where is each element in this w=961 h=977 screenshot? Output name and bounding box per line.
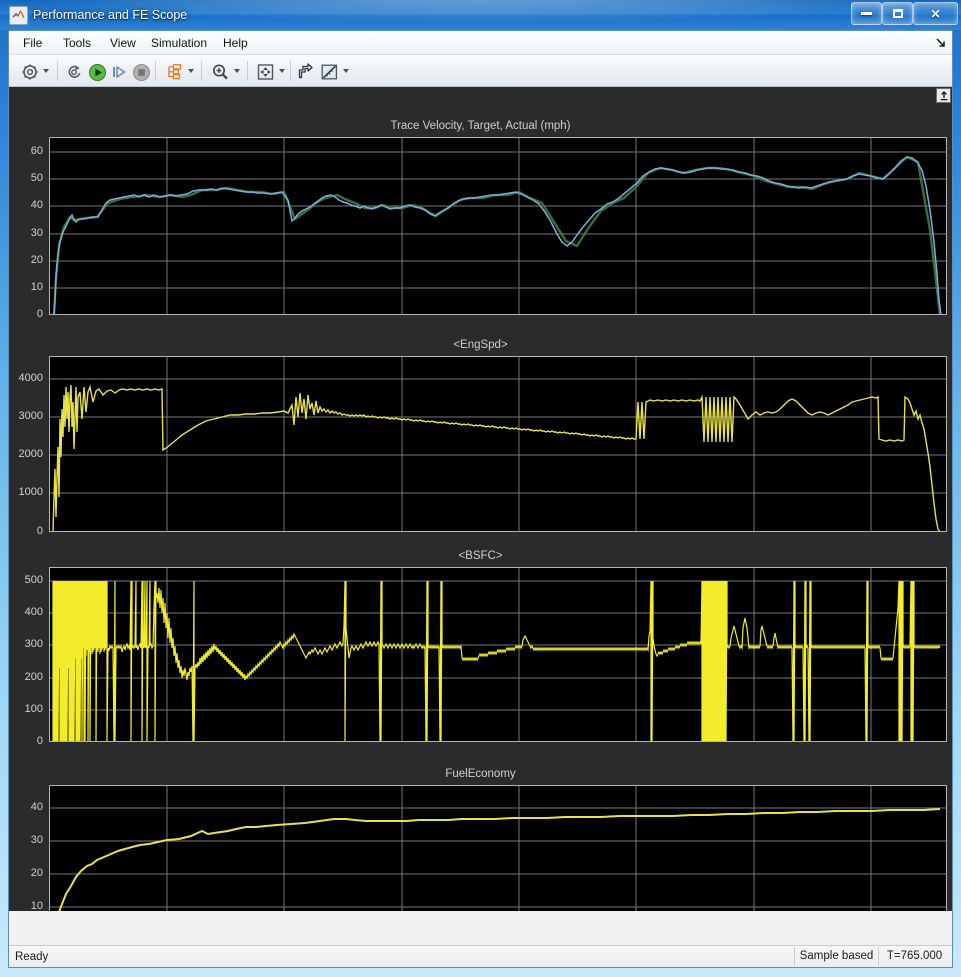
menu-view[interactable]: View xyxy=(104,34,142,52)
step-icon xyxy=(110,63,129,81)
zoom-in-button[interactable] xyxy=(207,59,233,85)
status-bar: Ready Sample based T=765.000 xyxy=(9,945,952,967)
menu-file[interactable]: File xyxy=(17,34,48,52)
autoscale-dropdown-caret[interactable] xyxy=(276,59,287,83)
axes-title-fuel-economy: FuelEconomy xyxy=(9,767,952,782)
measurements-button[interactable] xyxy=(316,59,342,85)
ruler-icon xyxy=(320,63,339,81)
stop-icon xyxy=(132,63,151,82)
toolbar-separator-5 xyxy=(290,61,291,81)
ytick-bsfc: 100 xyxy=(9,703,43,715)
ytick-fuel-economy: 40 xyxy=(9,801,43,813)
scope-window: Performance and FE Scope ✕ File Tools Vi… xyxy=(0,0,961,977)
scale-axes-icon xyxy=(296,63,315,81)
stop-button[interactable] xyxy=(128,59,154,85)
matlab-icon xyxy=(9,6,28,25)
maximize-button[interactable] xyxy=(882,2,913,25)
signal-selection-button[interactable] xyxy=(161,59,187,85)
ytick-trace-velocity: 10 xyxy=(9,281,43,293)
zoom-in-icon xyxy=(211,63,230,81)
toolbar-separator-2 xyxy=(155,61,156,81)
ytick-fuel-economy: 10 xyxy=(9,900,43,911)
axes-fuel-economy: FuelEconomy xyxy=(9,767,952,911)
ytick-engine-speed: 0 xyxy=(9,525,43,537)
ytick-bsfc: 200 xyxy=(9,671,43,683)
fit-to-view-icon xyxy=(256,63,275,81)
signal-tree-icon xyxy=(165,63,184,81)
zoom-dropdown-caret[interactable] xyxy=(231,59,242,83)
configuration-dropdown-caret[interactable] xyxy=(40,59,51,83)
ytick-trace-velocity: 50 xyxy=(9,172,43,184)
plot-svg-trace-velocity xyxy=(50,138,947,315)
title-bar: Performance and FE Scope ✕ xyxy=(0,0,961,30)
toolbar-separator-1 xyxy=(57,61,58,81)
ytick-bsfc: 500 xyxy=(9,574,43,586)
autoscale-button[interactable] xyxy=(252,59,278,85)
axes-bsfc: <BSFC> xyxy=(9,549,952,749)
ytick-trace-velocity: 0 xyxy=(9,308,43,320)
ytick-fuel-economy: 30 xyxy=(9,834,43,846)
axes-title-trace-velocity: Trace Velocity, Target, Actual (mph) xyxy=(9,119,952,134)
play-icon xyxy=(88,63,107,82)
series-bsfc xyxy=(53,581,940,742)
ytick-trace-velocity: 60 xyxy=(9,145,43,157)
ytick-bsfc: 400 xyxy=(9,606,43,618)
client-area: File Tools View Simulation Help xyxy=(8,30,953,968)
status-simulation-time: T=765.000 xyxy=(878,947,950,966)
toolbar-separator-3 xyxy=(201,61,202,81)
close-button[interactable]: ✕ xyxy=(913,2,958,25)
tool-bar xyxy=(9,55,952,87)
ytick-trace-velocity: 20 xyxy=(9,254,43,266)
signal-selection-dropdown-caret[interactable] xyxy=(185,59,196,83)
scope-display: Trace Velocity, Target, Actual (mph) xyxy=(9,87,952,911)
menu-tools[interactable]: Tools xyxy=(57,34,97,52)
status-ready-label: Ready xyxy=(15,949,48,965)
series-target xyxy=(54,157,940,315)
axes-title-engine-speed: <EngSpd> xyxy=(9,338,952,353)
dock-pin-icon[interactable] xyxy=(936,88,951,103)
series-engine-speed xyxy=(53,385,940,532)
refresh-run-icon xyxy=(66,63,85,81)
status-sample-mode: Sample based xyxy=(794,947,878,966)
plot-area-fuel-economy[interactable] xyxy=(49,785,947,911)
axes-title-bsfc: <BSFC> xyxy=(9,549,952,564)
menu-help[interactable]: Help xyxy=(217,34,254,52)
menu-bar: File Tools View Simulation Help xyxy=(9,31,952,55)
plot-svg-fuel-economy xyxy=(50,786,947,911)
ytick-trace-velocity: 30 xyxy=(9,227,43,239)
ytick-engine-speed: 2000 xyxy=(9,448,43,460)
ytick-engine-speed: 1000 xyxy=(9,486,43,498)
axes-engine-speed: <EngSpd> xyxy=(9,338,952,543)
ytick-engine-speed: 4000 xyxy=(9,372,43,384)
ytick-trace-velocity: 40 xyxy=(9,199,43,211)
menu-simulation[interactable]: Simulation xyxy=(145,34,213,52)
toolbar-separator-4 xyxy=(247,61,248,81)
plot-area-bsfc[interactable] xyxy=(49,567,947,742)
plot-svg-engine-speed xyxy=(50,357,947,532)
ytick-bsfc: 0 xyxy=(9,735,43,747)
series-actual xyxy=(54,157,941,315)
axes-trace-velocity: Trace Velocity, Target, Actual (mph) xyxy=(9,119,952,327)
gear-icon xyxy=(21,63,39,81)
ytick-engine-speed: 3000 xyxy=(9,410,43,422)
measurements-dropdown-caret[interactable] xyxy=(340,59,351,83)
window-title: Performance and FE Scope xyxy=(33,5,187,25)
chevron-overflow-icon[interactable] xyxy=(934,36,948,50)
plot-area-engine-speed[interactable] xyxy=(49,356,947,532)
plot-area-trace-velocity[interactable] xyxy=(49,137,947,315)
lock-axes-button[interactable] xyxy=(292,59,318,85)
ytick-bsfc: 300 xyxy=(9,638,43,650)
plot-svg-bsfc xyxy=(50,568,947,742)
series-fuel-economy xyxy=(53,809,940,911)
ytick-fuel-economy: 20 xyxy=(9,867,43,879)
minimize-button[interactable] xyxy=(851,2,882,25)
